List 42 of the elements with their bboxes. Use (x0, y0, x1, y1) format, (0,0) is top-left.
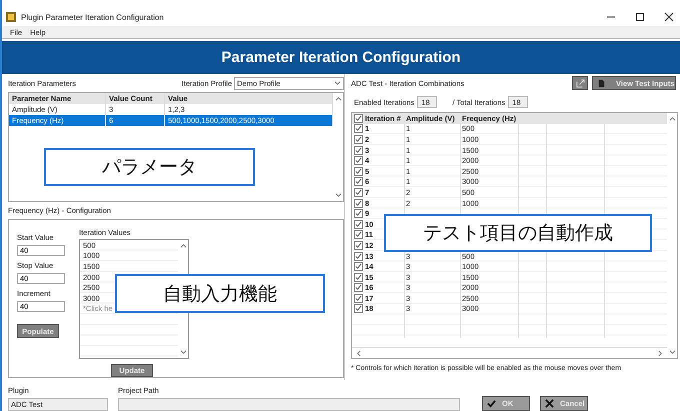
checkbox[interactable] (354, 294, 363, 303)
scroll-up-icon[interactable] (334, 96, 342, 101)
checkbox[interactable] (354, 272, 363, 282)
project-path-field[interactable] (118, 398, 460, 411)
checkbox[interactable] (354, 166, 363, 176)
checkbox[interactable] (354, 114, 363, 123)
close-icon[interactable] (664, 12, 674, 22)
export-icon (576, 78, 584, 88)
checkbox[interactable] (354, 177, 363, 186)
export-button[interactable] (572, 76, 588, 90)
checkbox[interactable] (354, 146, 363, 155)
annotation-callout: テスト項目の自動作成 (384, 214, 652, 252)
scroll-right-icon[interactable] (658, 350, 663, 356)
dropdown-caret-icon (334, 80, 341, 86)
scroll-up-icon[interactable] (668, 116, 676, 121)
checkbox[interactable] (354, 220, 363, 229)
checkbox[interactable] (354, 283, 363, 292)
checkbox[interactable] (354, 262, 363, 272)
checkbox[interactable] (354, 304, 363, 314)
annotation-callout: 自動入力機能 (115, 274, 325, 313)
checkmark-icon (487, 399, 496, 408)
checkbox[interactable] (354, 188, 363, 197)
checkbox[interactable] (354, 240, 363, 250)
scroll-down-icon[interactable] (668, 350, 676, 355)
close-icon (545, 399, 554, 408)
annotation-callout: パラメータ (44, 148, 255, 186)
scroll-down-icon[interactable] (334, 193, 342, 198)
checkbox[interactable] (354, 124, 363, 134)
banner: Parameter Iteration Configuration (2, 41, 680, 74)
window-title: Plugin Parameter Iteration Configuration (21, 12, 164, 22)
maximize-icon[interactable] (635, 12, 645, 22)
checkbox[interactable] (354, 134, 363, 144)
scroll-left-icon[interactable] (356, 350, 361, 356)
app-icon (6, 12, 16, 22)
scroll-up-icon[interactable] (180, 243, 186, 248)
document-icon (597, 78, 606, 88)
checkbox[interactable] (354, 156, 363, 166)
checkbox[interactable] (354, 230, 363, 240)
checkbox[interactable] (354, 252, 363, 261)
checkbox[interactable] (354, 198, 363, 208)
scroll-down-icon[interactable] (180, 350, 186, 355)
checkbox[interactable] (354, 209, 363, 218)
